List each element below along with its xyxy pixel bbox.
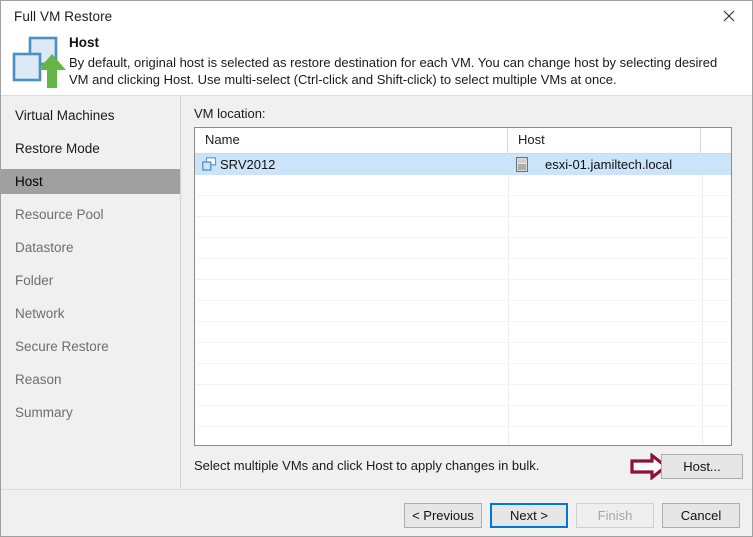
wizard-steps-sidebar: Virtual Machines Restore Mode Host Resou… <box>1 96 181 488</box>
dialog-footer: < Previous Next > Finish Cancel <box>1 489 752 536</box>
bulk-edit-hint: Select multiple VMs and click Host to ap… <box>194 458 540 473</box>
table-row-empty[interactable] <box>195 301 731 322</box>
table-row[interactable]: SRV2012 esxi-01.jamiltech.local <box>195 154 731 175</box>
table-row-empty[interactable] <box>195 259 731 280</box>
header-description: By default, original host is selected as… <box>69 55 718 87</box>
close-icon <box>723 10 735 22</box>
sidebar-item-reason[interactable]: Reason <box>1 367 180 392</box>
column-header-host[interactable]: Host <box>508 128 701 153</box>
sidebar-item-host[interactable]: Host <box>1 169 180 194</box>
next-button[interactable]: Next > <box>490 503 568 528</box>
table-header-row: Name Host <box>195 128 731 154</box>
cell-host: esxi-01.jamiltech.local <box>508 154 702 174</box>
table-body: SRV2012 esxi-01.jamiltech.local <box>195 154 731 445</box>
esxi-host-server-icon <box>516 156 528 172</box>
dialog-header: Host By default, original host is select… <box>1 32 752 96</box>
close-button[interactable] <box>706 1 752 31</box>
table-row-empty[interactable] <box>195 406 731 427</box>
table-row-empty[interactable] <box>195 343 731 364</box>
host-button[interactable]: Host... <box>661 454 743 479</box>
cell-name: SRV2012 <box>195 154 508 174</box>
cell-name-text: SRV2012 <box>220 156 276 172</box>
sidebar-item-datastore[interactable]: Datastore <box>1 235 180 260</box>
sidebar-item-summary[interactable]: Summary <box>1 400 180 425</box>
table-row-empty[interactable] <box>195 175 731 196</box>
table-row-empty[interactable] <box>195 217 731 238</box>
table-row-empty[interactable] <box>195 196 731 217</box>
header-title: Host <box>69 35 99 50</box>
sidebar-item-resource-pool[interactable]: Resource Pool <box>1 202 180 227</box>
table-row-empty[interactable] <box>195 238 731 259</box>
table-row-empty[interactable] <box>195 427 731 445</box>
sidebar-item-virtual-machines[interactable]: Virtual Machines <box>1 103 180 128</box>
vm-restore-upload-icon <box>10 34 68 92</box>
cell-host-text: esxi-01.jamiltech.local <box>545 156 673 172</box>
vm-location-label: VM location: <box>194 106 266 121</box>
vm-location-table: Name Host SRV2012 esxi-01.jamiltech.loca… <box>194 127 732 446</box>
sidebar-item-secure-restore[interactable]: Secure Restore <box>1 334 180 359</box>
virtual-machine-icon <box>202 157 217 171</box>
title-bar: Full VM Restore <box>1 1 752 32</box>
column-header-name[interactable]: Name <box>195 128 508 153</box>
full-vm-restore-dialog: Full VM Restore Host By default, origina… <box>0 0 753 537</box>
table-row-empty[interactable] <box>195 364 731 385</box>
table-row-empty[interactable] <box>195 322 731 343</box>
previous-button[interactable]: < Previous <box>404 503 482 528</box>
sidebar-item-folder[interactable]: Folder <box>1 268 180 293</box>
finish-button: Finish <box>576 503 654 528</box>
sidebar-item-restore-mode[interactable]: Restore Mode <box>1 136 180 161</box>
column-header-blank[interactable] <box>701 128 731 153</box>
sidebar-item-network[interactable]: Network <box>1 301 180 326</box>
table-row-empty[interactable] <box>195 385 731 406</box>
main-panel: VM location: Name Host SRV2012 esxi-01.j… <box>182 96 752 488</box>
window-title: Full VM Restore <box>14 9 113 24</box>
table-row-empty[interactable] <box>195 280 731 301</box>
cancel-button[interactable]: Cancel <box>662 503 740 528</box>
header-text-block: Host By default, original host is select… <box>69 34 740 88</box>
